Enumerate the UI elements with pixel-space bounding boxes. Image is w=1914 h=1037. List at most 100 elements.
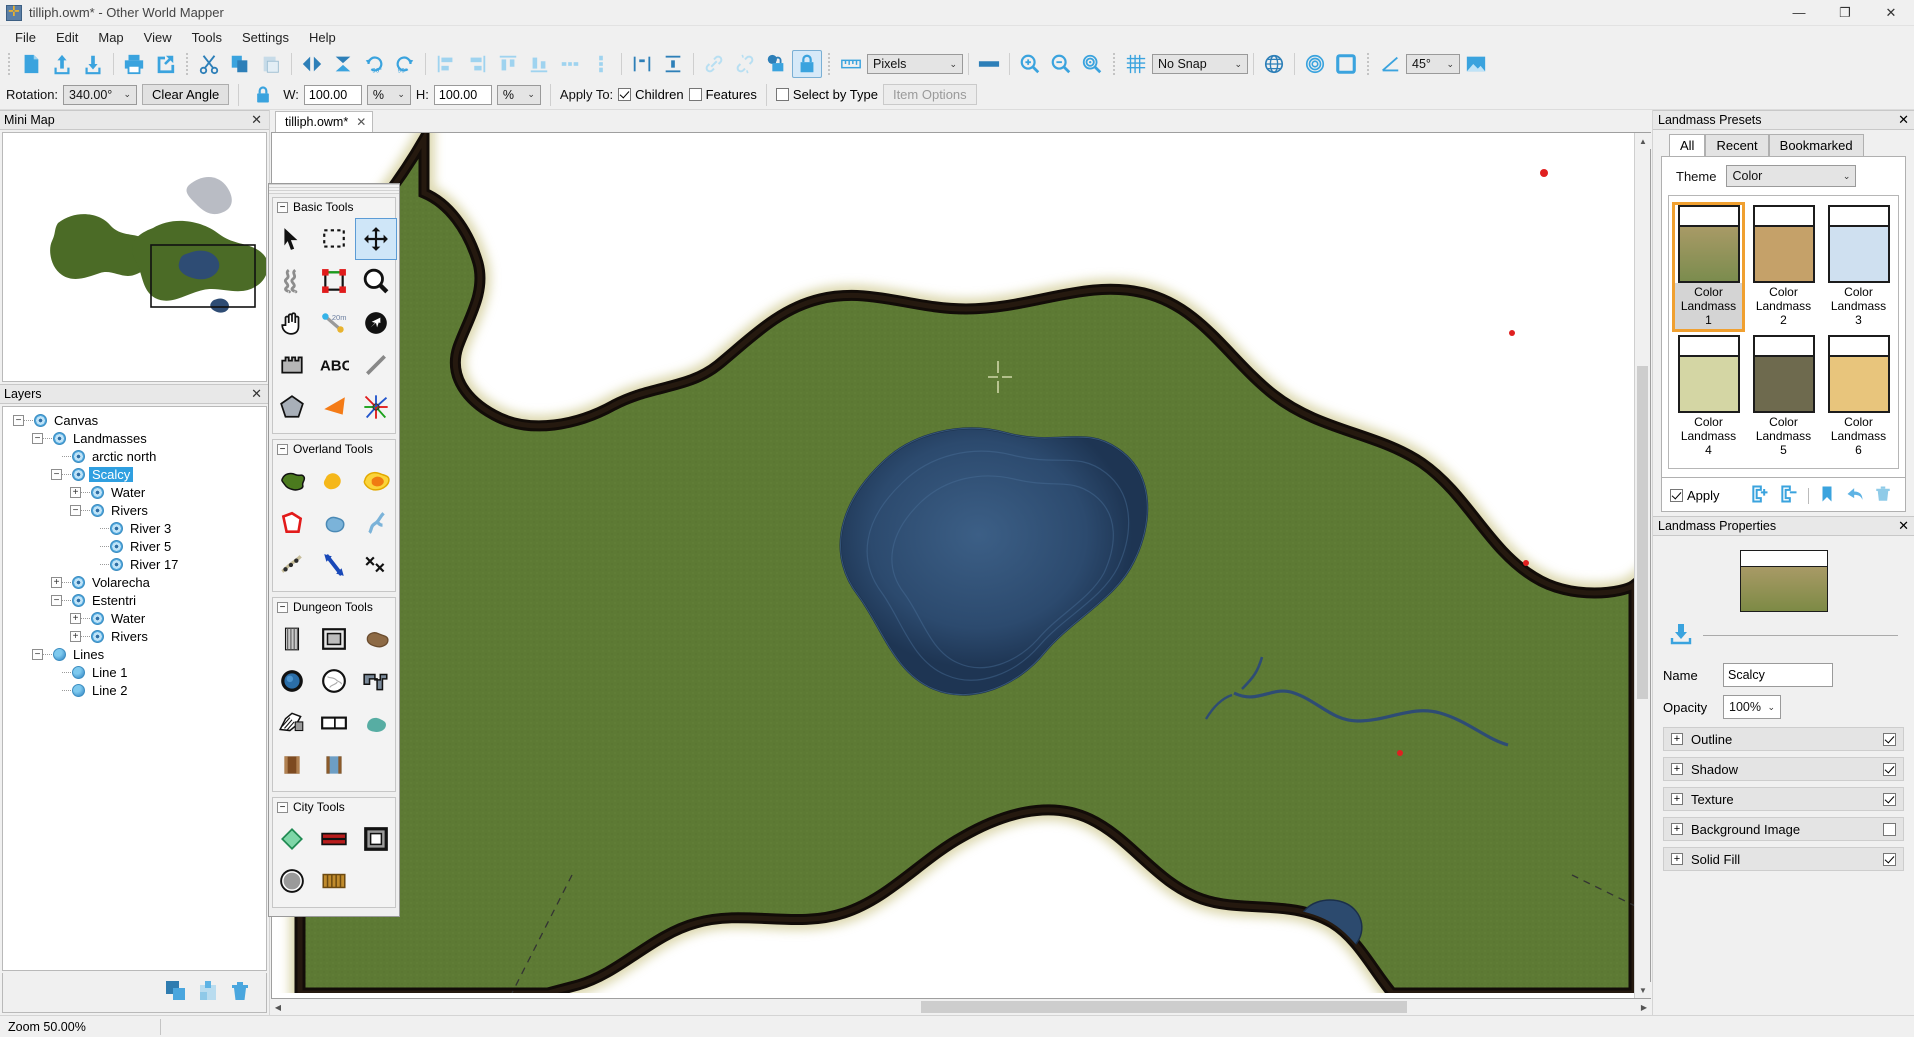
layer-name[interactable]: Scalcy bbox=[89, 466, 134, 482]
preset-item[interactable]: Color Landmass 6 bbox=[1823, 333, 1894, 461]
city-wall-icon[interactable] bbox=[355, 818, 397, 860]
align-bottom-icon[interactable] bbox=[524, 50, 554, 78]
menu-edit[interactable]: Edit bbox=[46, 28, 88, 47]
layer-name[interactable]: Landmasses bbox=[70, 431, 150, 446]
visibility-toggle-icon[interactable] bbox=[72, 593, 85, 607]
layer-name[interactable]: Water bbox=[108, 611, 148, 626]
export-icon[interactable] bbox=[47, 50, 77, 78]
properties-close-icon[interactable]: ✕ bbox=[1898, 518, 1909, 534]
palette-grip[interactable] bbox=[269, 184, 399, 194]
layer-node[interactable]: − Rivers bbox=[3, 501, 266, 519]
layer-name[interactable]: Volarecha bbox=[89, 575, 153, 590]
city-block-icon[interactable] bbox=[271, 818, 313, 860]
presets-close-icon[interactable]: ✕ bbox=[1898, 112, 1909, 128]
pit-icon[interactable] bbox=[271, 660, 313, 702]
tab-all[interactable]: All bbox=[1669, 134, 1706, 156]
align-center-v-icon[interactable] bbox=[586, 50, 616, 78]
layer-expander[interactable]: − bbox=[70, 504, 81, 516]
move-icon[interactable] bbox=[355, 218, 397, 260]
zoom-in-icon[interactable] bbox=[1015, 50, 1045, 78]
visibility-toggle-icon[interactable] bbox=[110, 557, 123, 571]
copy-icon[interactable] bbox=[225, 50, 255, 78]
opacity-select[interactable]: 100% ⌄ bbox=[1723, 695, 1781, 719]
stairs-icon[interactable] bbox=[271, 702, 313, 744]
duplicate-layer-icon[interactable] bbox=[164, 979, 188, 1006]
tab-bookmarked[interactable]: Bookmarked bbox=[1768, 134, 1864, 156]
layer-expander[interactable]: − bbox=[51, 594, 62, 606]
lock-settings-icon[interactable] bbox=[761, 50, 791, 78]
menu-file[interactable]: File bbox=[5, 28, 46, 47]
frame-icon[interactable] bbox=[1331, 50, 1361, 78]
layer-node[interactable]: Line 2 bbox=[3, 681, 266, 699]
layer-name[interactable]: Rivers bbox=[108, 503, 151, 518]
collapse-icon[interactable]: − bbox=[277, 201, 288, 213]
angle-select[interactable]: 45° ⌄ bbox=[1406, 54, 1460, 74]
hatch-wall-icon[interactable] bbox=[271, 618, 313, 660]
dome-icon[interactable] bbox=[313, 660, 355, 702]
visibility-toggle-icon[interactable] bbox=[91, 611, 104, 625]
tool-group-header[interactable]: − Overland Tools bbox=[273, 440, 395, 458]
property-section-checkbox[interactable] bbox=[1883, 762, 1896, 776]
scroll-right-button[interactable]: ▶ bbox=[1636, 999, 1652, 1015]
layer-name[interactable]: Estentri bbox=[89, 593, 139, 608]
layers-close-icon[interactable]: ✕ bbox=[248, 386, 265, 402]
globe-icon[interactable] bbox=[1259, 50, 1289, 78]
clear-angle-button[interactable]: Clear Angle bbox=[142, 84, 230, 105]
collapse-icon[interactable]: − bbox=[277, 443, 288, 455]
layer-expander[interactable]: + bbox=[70, 486, 81, 498]
print-icon[interactable] bbox=[119, 50, 149, 78]
visibility-toggle-icon[interactable] bbox=[53, 431, 66, 445]
angle-icon[interactable] bbox=[1375, 50, 1405, 78]
collapse-icon[interactable]: − bbox=[277, 601, 288, 613]
canvas-horizontal-scrollbar[interactable]: ◀ ▶ bbox=[270, 999, 1652, 1015]
transform-box-icon[interactable] bbox=[313, 260, 355, 302]
magnify-icon[interactable] bbox=[355, 260, 397, 302]
expand-icon[interactable]: + bbox=[1671, 823, 1683, 835]
layer-expander[interactable]: − bbox=[13, 414, 24, 426]
name-input[interactable]: Scalcy bbox=[1723, 663, 1833, 687]
layer-node[interactable]: − Canvas bbox=[3, 411, 266, 429]
freehand-icon[interactable] bbox=[271, 260, 313, 302]
align-top-icon[interactable] bbox=[493, 50, 523, 78]
select-arrow-icon[interactable] bbox=[271, 218, 313, 260]
cut-icon[interactable] bbox=[194, 50, 224, 78]
minimap-panel[interactable] bbox=[2, 132, 267, 382]
layer-expander[interactable]: + bbox=[70, 630, 81, 642]
corridor-icon[interactable] bbox=[355, 660, 397, 702]
visibility-toggle-icon[interactable] bbox=[110, 521, 123, 535]
property-section-checkbox[interactable] bbox=[1883, 822, 1896, 836]
tool-group-header[interactable]: − City Tools bbox=[273, 798, 395, 816]
close-button[interactable]: ✕ bbox=[1868, 0, 1914, 26]
cone-icon[interactable] bbox=[313, 386, 355, 428]
menu-tools[interactable]: Tools bbox=[182, 28, 232, 47]
minimize-button[interactable]: — bbox=[1776, 0, 1822, 26]
align-right-icon[interactable] bbox=[462, 50, 492, 78]
apply-checkbox[interactable]: Apply bbox=[1670, 488, 1720, 503]
text-abc-icon[interactable]: ABC bbox=[313, 344, 355, 386]
layers-panel[interactable]: − Canvas − Landmasses arctic north − Scalcy + Wa… bbox=[2, 406, 267, 971]
width-unit-select[interactable]: % ⌄ bbox=[366, 84, 411, 105]
theme-select[interactable]: Color ⌄ bbox=[1726, 165, 1857, 187]
visibility-toggle-icon[interactable] bbox=[53, 647, 66, 661]
radial-icon[interactable] bbox=[1300, 50, 1330, 78]
layer-node[interactable]: + Rivers bbox=[3, 627, 266, 645]
visibility-toggle-icon[interactable] bbox=[34, 413, 47, 427]
lock-aspect-icon[interactable] bbox=[248, 81, 278, 109]
delete-icon[interactable] bbox=[1874, 484, 1892, 507]
snap-select[interactable]: No Snap ⌄ bbox=[1152, 54, 1248, 74]
layer-expander[interactable]: + bbox=[70, 612, 81, 624]
visibility-toggle-icon[interactable] bbox=[72, 575, 85, 589]
property-section[interactable]: + Outline bbox=[1663, 727, 1904, 751]
wood-floor-icon[interactable] bbox=[271, 744, 313, 786]
pillar-icon[interactable] bbox=[313, 744, 355, 786]
water-pool-icon[interactable] bbox=[355, 702, 397, 744]
market-icon[interactable] bbox=[313, 860, 355, 902]
visibility-toggle-icon[interactable] bbox=[72, 467, 85, 481]
map-canvas[interactable] bbox=[272, 133, 1634, 998]
collapse-icon[interactable]: − bbox=[277, 801, 288, 813]
rotation-input[interactable]: 340.00° ⌄ bbox=[63, 84, 138, 105]
crossings-icon[interactable] bbox=[355, 544, 397, 586]
spoke-icon[interactable] bbox=[355, 386, 397, 428]
item-options-button[interactable]: Item Options bbox=[882, 84, 977, 105]
layer-name[interactable]: Rivers bbox=[108, 629, 151, 644]
